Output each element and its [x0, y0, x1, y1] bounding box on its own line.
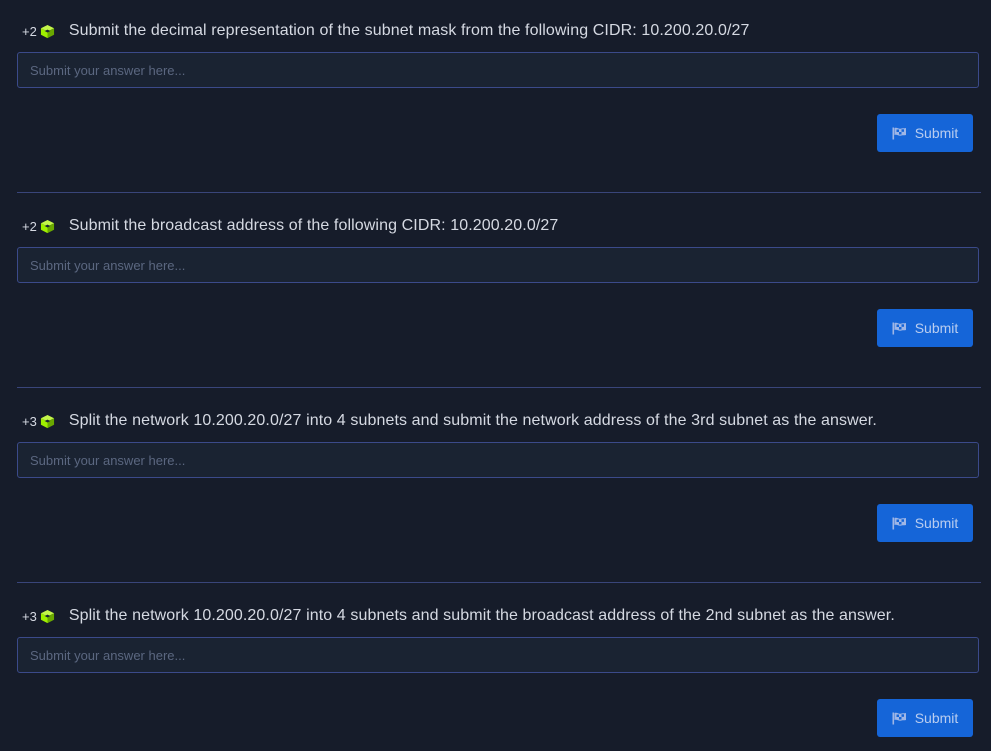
cube-icon	[40, 219, 54, 233]
answer-input[interactable]	[17, 247, 979, 283]
submit-label: Submit	[914, 515, 959, 531]
points-value: +2	[22, 23, 37, 39]
question-header: +2 Submit the decimal representation of …	[22, 20, 750, 42]
question-header: +3 Split the network 10.200.20.0/27 into…	[22, 410, 877, 432]
question-header: +3 Split the network 10.200.20.0/27 into…	[22, 605, 895, 627]
divider	[17, 192, 981, 193]
divider	[17, 582, 981, 583]
cube-icon	[40, 414, 54, 428]
answer-input[interactable]	[17, 637, 979, 673]
question-2: +2 Submit the broadcast address of the f…	[0, 195, 991, 390]
points-badge: +3	[22, 609, 55, 624]
submit-label: Submit	[914, 320, 959, 336]
answer-input[interactable]	[17, 52, 979, 88]
question-text: Submit the broadcast address of the foll…	[68, 217, 559, 234]
question-3: +3 Split the network 10.200.20.0/27 into…	[0, 390, 991, 585]
submit-button[interactable]: Submit	[877, 504, 973, 542]
flag-icon	[892, 127, 906, 139]
flag-icon	[892, 517, 906, 529]
question-header: +2 Submit the broadcast address of the f…	[22, 215, 558, 237]
question-text: Submit the decimal representation of the…	[68, 22, 750, 39]
question-1: +2 Submit the decimal representation of …	[0, 0, 991, 195]
question-text: Split the network 10.200.20.0/27 into 4 …	[68, 412, 877, 429]
points-value: +3	[22, 413, 37, 429]
points-badge: +3	[22, 414, 55, 429]
flag-icon	[892, 322, 906, 334]
submit-button[interactable]: Submit	[877, 309, 973, 347]
cube-icon	[40, 24, 54, 38]
points-value: +3	[22, 608, 37, 624]
submit-button[interactable]: Submit	[877, 699, 973, 737]
question-4: +3 Split the network 10.200.20.0/27 into…	[0, 585, 991, 751]
divider	[17, 387, 981, 388]
cube-icon	[40, 609, 54, 623]
points-badge: +2	[22, 24, 55, 39]
flag-icon	[892, 712, 906, 724]
question-text: Split the network 10.200.20.0/27 into 4 …	[68, 607, 895, 624]
points-value: +2	[22, 218, 37, 234]
submit-button[interactable]: Submit	[877, 114, 973, 152]
answer-input[interactable]	[17, 442, 979, 478]
submit-label: Submit	[914, 125, 959, 141]
points-badge: +2	[22, 219, 55, 234]
submit-label: Submit	[914, 710, 959, 726]
